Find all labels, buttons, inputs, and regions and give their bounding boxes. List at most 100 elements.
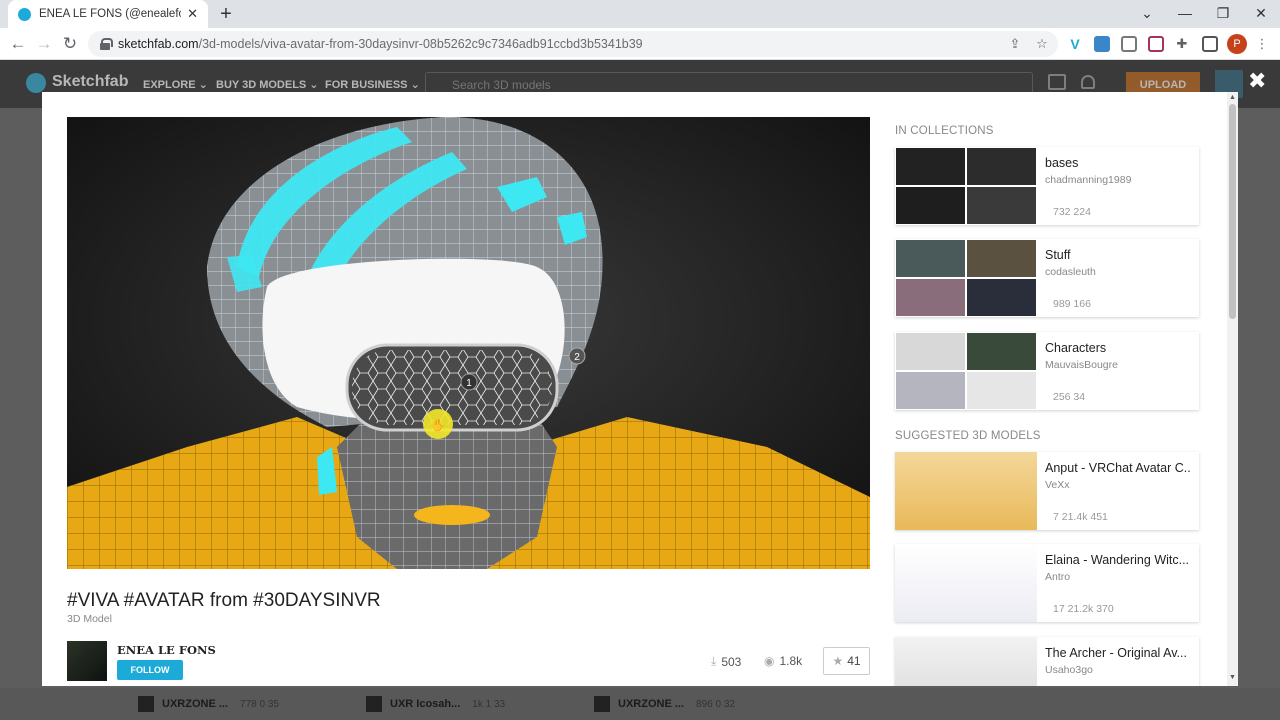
- model-thumbnail: [895, 637, 1037, 686]
- model-name: UXRZONE ...: [162, 698, 229, 710]
- address-bar[interactable]: sketchfab.com/3d-models/viva-avatar-from…: [88, 31, 1058, 57]
- profile-avatar[interactable]: P: [1227, 34, 1247, 54]
- bell-icon[interactable]: [1081, 75, 1095, 89]
- nav-for-business[interactable]: FOR BUSINESS ⌄: [325, 78, 420, 91]
- collection-card[interactable]: bases chadmanning1989 732 224: [895, 147, 1199, 225]
- in-collections-heading: IN COLLECTIONS: [895, 125, 994, 137]
- suggested-model-stats: 17 21.2k 370: [1053, 603, 1114, 615]
- suggested-model-author: VeXx: [1045, 479, 1070, 491]
- suggested-model-author: Usaho3go: [1045, 664, 1093, 676]
- suggested-model-name: Elaina - Wandering Witc...: [1045, 553, 1190, 567]
- browser-toolbar: ← → ↻ sketchfab.com/3d-models/viva-avata…: [0, 28, 1280, 60]
- more-menu-icon[interactable]: ⋮: [1253, 36, 1271, 52]
- model-thumbnail: [895, 452, 1037, 530]
- collection-thumbnails: [895, 239, 1037, 317]
- bookmark-star-icon[interactable]: ☆: [1033, 36, 1051, 52]
- extension-icon[interactable]: [1094, 36, 1110, 52]
- model-title: #VIVA #AVATAR from #30DAYSINVR: [67, 590, 381, 611]
- nav-buy-3d-models[interactable]: BUY 3D MODELS ⌄: [216, 78, 319, 91]
- model-type: 3D Model: [67, 613, 112, 625]
- model-thumbnail: [895, 544, 1037, 622]
- model-popup: 1 2 ✋ #VIVA #AVATAR from #30DAYSINVR 3D …: [42, 92, 1238, 686]
- model-stats: 896 0 32: [696, 698, 735, 710]
- tab-title: ENEA LE FONS (@enealefons): [39, 8, 181, 20]
- suggested-model-name: Anput - VRChat Avatar C...: [1045, 461, 1191, 475]
- suggested-model-stats: 7 21.4k 451: [1053, 511, 1108, 523]
- side-panel-icon[interactable]: [1202, 36, 1218, 52]
- extensions-puzzle-icon[interactable]: ✚: [1173, 36, 1191, 52]
- scrollbar-thumb[interactable]: [1229, 104, 1236, 319]
- model-thumbnail: [366, 696, 382, 712]
- collection-thumbnails: [895, 332, 1037, 410]
- author-avatar[interactable]: [67, 641, 107, 681]
- collection-card[interactable]: Stuff codasleuth 989 166: [895, 239, 1199, 317]
- collection-thumbnails: [895, 147, 1037, 225]
- forward-icon[interactable]: →: [32, 32, 56, 56]
- collection-owner: chadmanning1989: [1045, 174, 1132, 186]
- suggested-model-name: The Archer - Original Av...: [1045, 646, 1187, 660]
- nav-explore[interactable]: EXPLORE ⌄: [143, 78, 208, 91]
- camera-extension-icon[interactable]: [1121, 36, 1137, 52]
- hand-cursor-icon: ✋: [431, 418, 446, 432]
- suggested-model-card[interactable]: Anput - VRChat Avatar C... VeXx 7 21.4k …: [895, 452, 1199, 530]
- like-button[interactable]: ★ 41: [823, 647, 870, 675]
- star-icon: ★: [832, 654, 844, 668]
- suggested-model-card[interactable]: The Archer - Original Av... Usaho3go: [895, 637, 1199, 686]
- lock-icon: [100, 38, 113, 50]
- url-path: /3d-models/viva-avatar-from-30daysinvr-0…: [198, 37, 643, 51]
- view-count: ◉ 1.8k: [764, 654, 802, 668]
- download-count-value: 503: [721, 654, 742, 669]
- sketchfab-favicon-icon: [18, 7, 31, 21]
- reload-icon[interactable]: ↻: [58, 32, 82, 56]
- suggested-models-heading: SUGGESTED 3D MODELS: [895, 430, 1041, 442]
- back-icon[interactable]: ←: [6, 32, 30, 56]
- share-icon[interactable]: ⇪: [1006, 36, 1024, 52]
- collection-stats: 732 224: [1053, 206, 1091, 218]
- suggested-model-author: Antro: [1045, 571, 1071, 583]
- tab-search-icon[interactable]: ⌄: [1128, 0, 1166, 28]
- model-render: 1 2 ✋: [67, 117, 870, 569]
- collection-name: bases: [1045, 156, 1079, 170]
- browser-tab[interactable]: ENEA LE FONS (@enealefons) ✕: [8, 0, 208, 28]
- annotation-1[interactable]: 1: [466, 378, 472, 389]
- scroll-down-icon[interactable]: ▼: [1229, 674, 1236, 681]
- sketchfab-logo-icon: [26, 73, 46, 93]
- collection-owner: MauvaisBougre: [1045, 359, 1118, 371]
- browser-tab-bar: ENEA LE FONS (@enealefons) ✕ + ⌄ — ❐ ✕: [0, 0, 1280, 28]
- collection-stats: 989 166: [1053, 298, 1091, 310]
- model-stats: 1k 1 33: [472, 698, 506, 710]
- model-name: UXRZONE ...: [618, 698, 685, 710]
- model-thumbnail: [138, 696, 154, 712]
- model-thumbnail: [594, 696, 610, 712]
- modal-scrollbar[interactable]: ▲ ▼: [1227, 92, 1238, 686]
- minimize-button[interactable]: —: [1166, 0, 1204, 28]
- tab-close-icon[interactable]: ✕: [187, 6, 198, 22]
- background-model-card[interactable]: UXRZONE ... 778 0 35: [130, 688, 330, 720]
- collection-card[interactable]: Characters MauvaisBougre 256 34: [895, 332, 1199, 410]
- like-count: 41: [847, 654, 861, 668]
- vimeo-extension-icon[interactable]: V: [1067, 36, 1083, 52]
- author-name[interactable]: ENEA LE FONS: [117, 643, 216, 657]
- close-modal-icon[interactable]: ✖: [1248, 68, 1266, 94]
- eye-icon: ◉: [764, 654, 775, 668]
- cart-icon[interactable]: [1048, 74, 1066, 90]
- collection-name: Stuff: [1045, 248, 1071, 262]
- background-model-card[interactable]: UXR Icosah... 1k 1 33: [358, 688, 558, 720]
- background-model-card[interactable]: UXRZONE ... 896 0 32: [586, 688, 786, 720]
- model-stats: 778 0 35: [240, 698, 279, 710]
- window-close-button[interactable]: ✕: [1242, 0, 1280, 28]
- extension-icon[interactable]: [1148, 36, 1164, 52]
- scroll-up-icon[interactable]: ▲: [1229, 94, 1236, 101]
- annotation-2[interactable]: 2: [574, 352, 580, 363]
- collection-stats: 256 34: [1053, 391, 1086, 403]
- view-count-value: 1.8k: [779, 654, 803, 668]
- suggested-model-card[interactable]: Elaina - Wandering Witc... Antro 17 21.2…: [895, 544, 1199, 622]
- download-count: ⤓ 503: [711, 654, 741, 669]
- url-domain: sketchfab.com: [118, 37, 199, 51]
- new-tab-button[interactable]: +: [216, 3, 236, 25]
- follow-button[interactable]: FOLLOW: [117, 660, 183, 680]
- background-model-strip: UXRZONE ... 778 0 35 UXR Icosah... 1k 1 …: [0, 688, 1280, 720]
- download-icon: ⤓: [711, 654, 717, 668]
- maximize-button[interactable]: ❐: [1204, 0, 1242, 28]
- 3d-model-viewer[interactable]: 1 2 ✋: [67, 117, 870, 569]
